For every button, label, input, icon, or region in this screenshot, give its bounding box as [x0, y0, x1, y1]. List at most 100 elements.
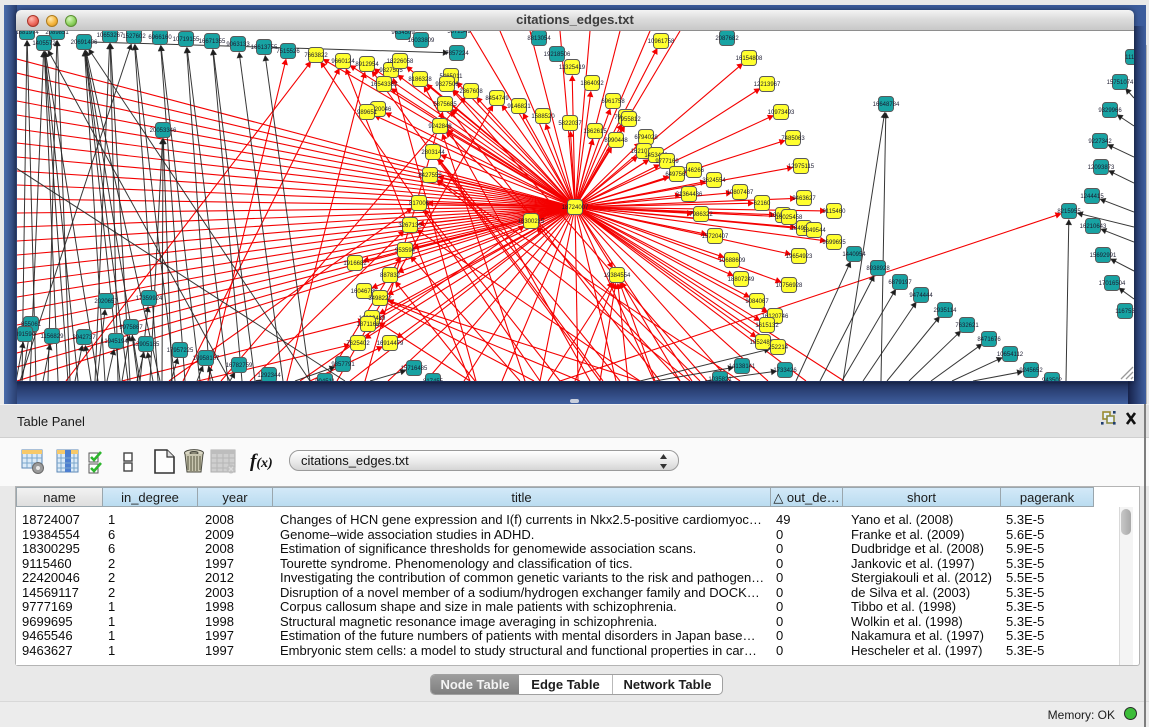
- svg-text:9146821: 9146821: [507, 104, 531, 110]
- svg-text:9242848: 9242848: [428, 124, 452, 130]
- svg-text:1615132: 1615132: [755, 323, 779, 329]
- svg-text:943502: 943502: [1042, 378, 1063, 381]
- svg-text:6966160: 6966160: [148, 35, 172, 41]
- svg-text:62160: 62160: [754, 201, 771, 207]
- svg-text:6794028: 6794028: [634, 135, 658, 141]
- svg-text:5875685: 5875685: [433, 102, 457, 108]
- svg-text:6879197: 6879197: [888, 280, 912, 286]
- svg-text:12213967: 12213967: [754, 82, 781, 88]
- svg-text:18300215: 18300215: [518, 219, 545, 225]
- svg-text:8215955: 8215955: [1057, 209, 1081, 215]
- svg-text:5572349: 5572349: [447, 31, 471, 35]
- svg-text:1440954: 1440954: [842, 252, 866, 258]
- svg-text:2367608: 2367608: [459, 89, 483, 95]
- svg-text:8454749: 8454749: [485, 96, 509, 102]
- svg-text:1864092: 1864092: [580, 81, 604, 87]
- svg-text:19384554: 19384554: [604, 273, 631, 279]
- svg-text:2020657: 2020657: [94, 299, 118, 305]
- svg-text:1945194: 1945194: [104, 339, 128, 345]
- svg-text:10958107: 10958107: [193, 356, 220, 362]
- svg-text:1362615: 1362615: [583, 129, 607, 135]
- svg-text:1035821: 1035821: [708, 377, 732, 381]
- svg-text:16543362: 16543362: [371, 82, 398, 88]
- svg-text:16154808: 16154808: [736, 56, 763, 62]
- svg-text:9227342: 9227342: [1088, 139, 1112, 145]
- svg-text:18807249: 18807249: [728, 277, 755, 283]
- svg-text:3624554: 3624554: [702, 178, 726, 184]
- svg-text:7663822: 7663822: [304, 53, 328, 59]
- svg-text:817455: 817455: [423, 379, 444, 381]
- svg-text:10807487: 10807487: [727, 190, 754, 196]
- svg-text:2942737: 2942737: [72, 335, 96, 341]
- svg-text:16648784: 16648784: [873, 102, 900, 108]
- svg-text:1881974: 1881974: [17, 31, 39, 36]
- svg-text:16210643: 16210643: [1080, 224, 1107, 230]
- svg-text:11172: 11172: [1125, 55, 1134, 61]
- svg-text:9329966: 9329966: [1098, 108, 1122, 114]
- svg-text:9063133: 9063133: [226, 42, 250, 48]
- svg-text:7986322: 7986322: [689, 212, 713, 218]
- svg-text:17016504: 17016504: [1099, 281, 1126, 287]
- svg-text:9634509: 9634509: [391, 31, 415, 36]
- svg-text:18724007: 18724007: [562, 205, 589, 211]
- svg-text:16671355: 16671355: [199, 39, 226, 45]
- svg-text:8186328: 8186328: [408, 77, 432, 83]
- svg-text:10961758: 10961758: [648, 39, 675, 45]
- svg-text:252214: 252214: [768, 345, 789, 351]
- svg-text:1292344: 1292344: [257, 373, 281, 379]
- svg-text:7485063: 7485063: [781, 136, 805, 142]
- svg-text:17957225: 17957225: [167, 348, 194, 354]
- svg-text:9245652: 9245652: [1019, 368, 1043, 374]
- svg-text:6961758: 6961758: [601, 99, 625, 105]
- svg-text:9115460: 9115460: [823, 209, 847, 215]
- svg-text:9699695: 9699695: [822, 240, 846, 246]
- svg-text:9327505: 9327505: [379, 68, 403, 74]
- svg-text:8471676: 8471676: [977, 337, 1001, 343]
- svg-text:14138141: 14138141: [729, 364, 756, 370]
- svg-text:17359924: 17359924: [136, 296, 163, 302]
- svg-text:116753: 116753: [1115, 309, 1134, 315]
- svg-text:3498222: 3498222: [368, 296, 392, 302]
- svg-text:1244415: 1244415: [1080, 194, 1104, 200]
- svg-text:1849544: 1849544: [802, 228, 826, 234]
- svg-text:3267130: 3267130: [398, 223, 422, 229]
- svg-text:8813054: 8813054: [527, 36, 551, 42]
- svg-text:16033809: 16033809: [408, 38, 435, 44]
- svg-text:1588520: 1588520: [531, 114, 555, 120]
- svg-text:7632621: 7632621: [955, 323, 979, 329]
- svg-text:9474444: 9474444: [909, 293, 933, 299]
- svg-text:7625402: 7625402: [346, 341, 370, 347]
- svg-text:15692991: 15692991: [1090, 253, 1117, 259]
- svg-text:8427552: 8427552: [418, 173, 442, 179]
- svg-text:887832: 887832: [380, 273, 401, 279]
- svg-text:1871166: 1871166: [357, 322, 381, 328]
- svg-text:12093873: 12093873: [1088, 165, 1115, 171]
- svg-text:1405572: 1405572: [32, 41, 56, 47]
- svg-text:2935114: 2935114: [934, 308, 958, 314]
- svg-text:18226058: 18226058: [387, 59, 414, 65]
- svg-text:15716485: 15716485: [401, 366, 428, 372]
- svg-text:16613755: 16613755: [251, 45, 278, 51]
- svg-text:9660124: 9660124: [331, 59, 355, 65]
- svg-text:904511: 904511: [315, 379, 335, 381]
- svg-text:2087682: 2087682: [715, 36, 739, 42]
- svg-text:10756928: 10756928: [776, 283, 803, 289]
- svg-text:20053346: 20053346: [150, 128, 177, 134]
- svg-text:1916682: 1916682: [343, 261, 367, 267]
- svg-text:9084067: 9084067: [745, 299, 769, 305]
- svg-text:8912954: 8912954: [355, 62, 379, 68]
- svg-text:953594: 953594: [395, 248, 416, 254]
- svg-text:817006: 817006: [409, 201, 430, 207]
- svg-text:10973493: 10973493: [768, 110, 795, 116]
- svg-text:15751074: 15751074: [1107, 80, 1134, 86]
- svg-text:19218506: 19218506: [544, 52, 571, 58]
- svg-text:1527602: 1527602: [122, 34, 146, 40]
- svg-text:16782759: 16782759: [226, 363, 253, 369]
- svg-text:746266: 746266: [684, 168, 705, 174]
- svg-text:9857791: 9857791: [331, 362, 355, 368]
- svg-text:989651: 989651: [357, 110, 378, 116]
- svg-text:10653267: 10653267: [97, 33, 124, 39]
- svg-text:19654923: 19654923: [786, 254, 813, 260]
- svg-text:7857224: 7857224: [445, 51, 469, 57]
- svg-text:8990448: 8990448: [604, 138, 628, 144]
